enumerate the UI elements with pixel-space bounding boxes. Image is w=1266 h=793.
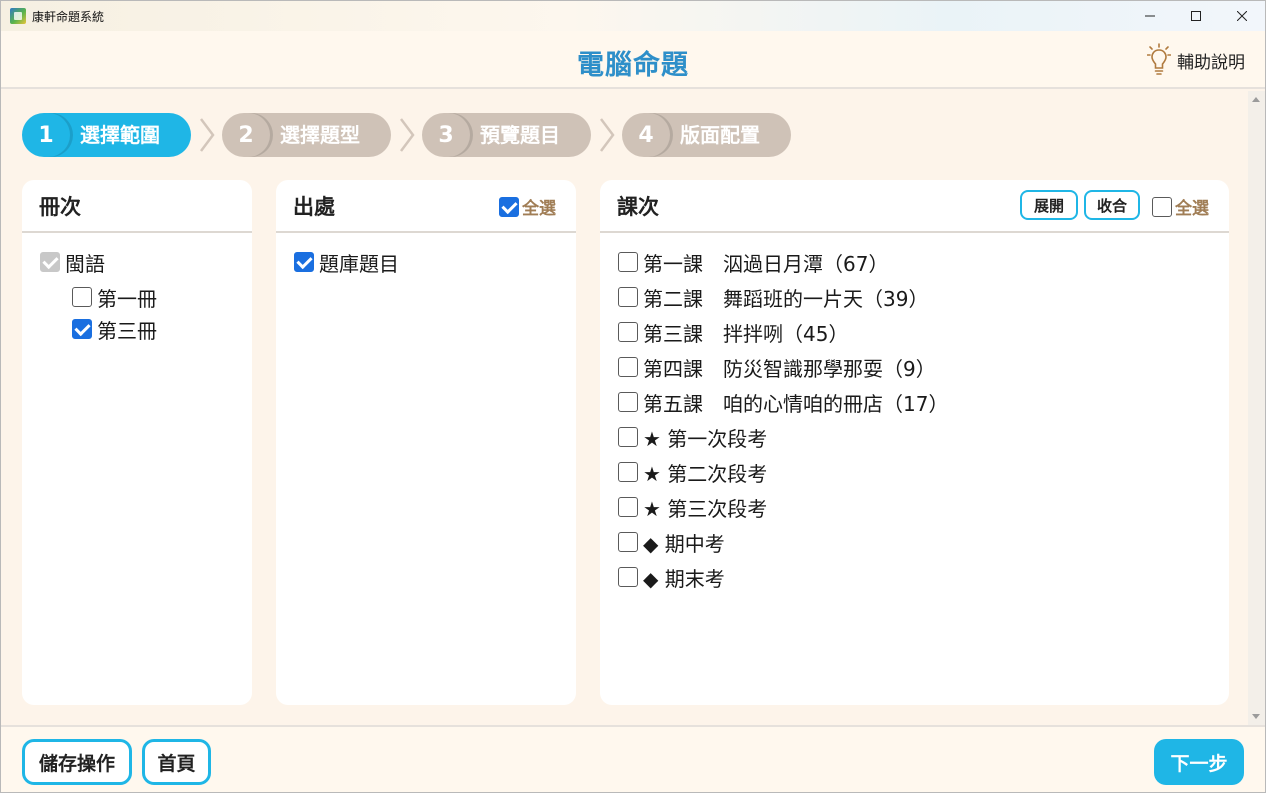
lesson-label: 第二課 舞蹈班的一片天（39）	[643, 286, 929, 311]
exam-item[interactable]: ★ 第一次段考	[618, 424, 768, 451]
subject-item: 閩語	[40, 249, 105, 276]
exam-item[interactable]: ◆ 期末考	[618, 564, 725, 591]
volume-label: 第一冊	[97, 286, 157, 311]
lesson-label: ★ 第三次段考	[643, 496, 768, 521]
step-2-label: 選擇題型	[280, 123, 360, 147]
step-1-label: 選擇範圍	[80, 123, 160, 147]
expand-button[interactable]: 展開	[1020, 190, 1078, 220]
close-icon	[1237, 11, 1247, 21]
help-button[interactable]: 輔助說明	[1147, 43, 1245, 77]
subject-label: 閩語	[65, 251, 105, 276]
step-4-number: 4	[622, 113, 670, 157]
volume-item[interactable]: 第三冊	[72, 316, 157, 343]
source-item[interactable]: 題庫題目	[294, 249, 399, 276]
source-panel-header: 出處 全選	[276, 180, 576, 233]
step-1-number: 1	[22, 113, 70, 157]
source-panel-title: 出處	[293, 194, 335, 219]
step-3[interactable]: 3 預覽題目	[422, 113, 591, 157]
lesson-checkbox[interactable]	[618, 497, 638, 517]
help-label: 輔助說明	[1177, 52, 1245, 73]
lesson-checkbox[interactable]	[618, 532, 638, 552]
lightbulb-icon	[1147, 43, 1171, 75]
lesson-item[interactable]: 第四課 防災智識那學那耍（9）	[618, 354, 936, 381]
subject-checkbox	[40, 252, 60, 272]
lesson-checkbox[interactable]	[618, 252, 638, 272]
scroll-down-icon[interactable]	[1252, 714, 1260, 719]
volume-panel: 冊次 閩語 第一冊 第三冊	[22, 180, 252, 705]
source-select-all[interactable]: 全選	[499, 194, 556, 219]
lesson-item[interactable]: 第二課 舞蹈班的一片天（39）	[618, 284, 929, 311]
lesson-panel-header: 課次 展開 收合 全選	[600, 180, 1229, 233]
lesson-checkbox[interactable]	[618, 357, 638, 377]
close-button[interactable]	[1219, 1, 1265, 31]
exam-item[interactable]: ★ 第二次段考	[618, 459, 768, 486]
step-2-number: 2	[222, 113, 270, 157]
page-header: 電腦命題 輔助說明	[1, 31, 1265, 89]
volume-checkbox[interactable]	[72, 319, 92, 339]
lesson-item[interactable]: 第五課 咱的心情咱的冊店（17）	[618, 389, 949, 416]
footer-bar: 儲存操作 首頁 下一步	[1, 725, 1265, 792]
volume-checkbox[interactable]	[72, 287, 92, 307]
lesson-label: ★ 第二次段考	[643, 461, 768, 486]
app-title: 康軒命題系統	[32, 9, 105, 24]
source-label: 題庫題目	[319, 251, 399, 276]
step-2[interactable]: 2 選擇題型	[222, 113, 391, 157]
source-panel: 出處 全選 題庫題目	[276, 180, 576, 705]
maximize-icon	[1191, 11, 1201, 21]
lesson-label: 第五課 咱的心情咱的冊店（17）	[643, 391, 949, 416]
step-3-number: 3	[422, 113, 470, 157]
lesson-label: 第四課 防災智識那學那耍（9）	[643, 356, 936, 381]
lesson-checkbox[interactable]	[618, 392, 638, 412]
lesson-label: ★ 第一次段考	[643, 426, 768, 451]
lesson-label: ◆ 期末考	[643, 566, 725, 591]
lesson-label: 第三課 拌拌咧（45）	[643, 321, 849, 346]
collapse-button[interactable]: 收合	[1084, 190, 1140, 220]
lesson-checkbox[interactable]	[618, 322, 638, 342]
lesson-checkbox[interactable]	[618, 287, 638, 307]
step-1[interactable]: 1 選擇範圍	[22, 113, 191, 157]
lesson-checkbox[interactable]	[618, 567, 638, 587]
lesson-panel: 課次 展開 收合 全選 第一課 泅過日月潭（67） 第二課 舞蹈班的一片天（39…	[600, 180, 1229, 705]
volume-item[interactable]: 第一冊	[72, 284, 157, 311]
minimize-button[interactable]	[1127, 1, 1173, 31]
home-button[interactable]: 首頁	[142, 739, 211, 785]
window-controls	[1127, 1, 1265, 31]
lesson-select-all-checkbox[interactable]	[1152, 196, 1172, 217]
volume-label: 第三冊	[97, 318, 157, 343]
lesson-select-all-label: 全選	[1175, 199, 1209, 219]
volume-panel-title: 冊次	[39, 194, 81, 219]
exam-item[interactable]: ◆ 期中考	[618, 529, 725, 556]
step-3-label: 預覽題目	[480, 123, 560, 147]
chevron-right-icon	[200, 118, 215, 152]
chevron-right-icon	[400, 118, 415, 152]
next-button[interactable]: 下一步	[1154, 739, 1244, 785]
lesson-item[interactable]: 第一課 泅過日月潭（67）	[618, 249, 889, 276]
app-logo-icon	[10, 8, 26, 24]
lesson-label: ◆ 期中考	[643, 531, 725, 556]
app-window: 康軒命題系統 電腦命題 輔助說明 1 選擇範圍 2 選擇題型 3 預覽題目 4 …	[0, 0, 1266, 793]
step-4[interactable]: 4 版面配置	[622, 113, 791, 157]
volume-panel-header: 冊次	[22, 180, 252, 233]
source-select-all-label: 全選	[522, 199, 556, 219]
lesson-panel-title: 課次	[617, 194, 659, 219]
vertical-scrollbar[interactable]	[1248, 91, 1265, 725]
lesson-label: 第一課 泅過日月潭（67）	[643, 251, 889, 276]
save-button[interactable]: 儲存操作	[22, 739, 132, 785]
chevron-right-icon	[600, 118, 615, 152]
source-checkbox[interactable]	[294, 252, 314, 272]
page-title: 電腦命題	[577, 50, 689, 81]
lesson-checkbox[interactable]	[618, 427, 638, 447]
step-4-label: 版面配置	[680, 123, 760, 147]
minimize-icon	[1145, 15, 1155, 17]
maximize-button[interactable]	[1173, 1, 1219, 31]
lesson-checkbox[interactable]	[618, 462, 638, 482]
lesson-item[interactable]: 第三課 拌拌咧（45）	[618, 319, 849, 346]
scroll-up-icon[interactable]	[1252, 97, 1260, 102]
exam-item[interactable]: ★ 第三次段考	[618, 494, 768, 521]
source-select-all-checkbox[interactable]	[499, 196, 519, 217]
title-bar: 康軒命題系統	[1, 1, 1265, 31]
lesson-select-all[interactable]: 全選	[1152, 194, 1209, 219]
